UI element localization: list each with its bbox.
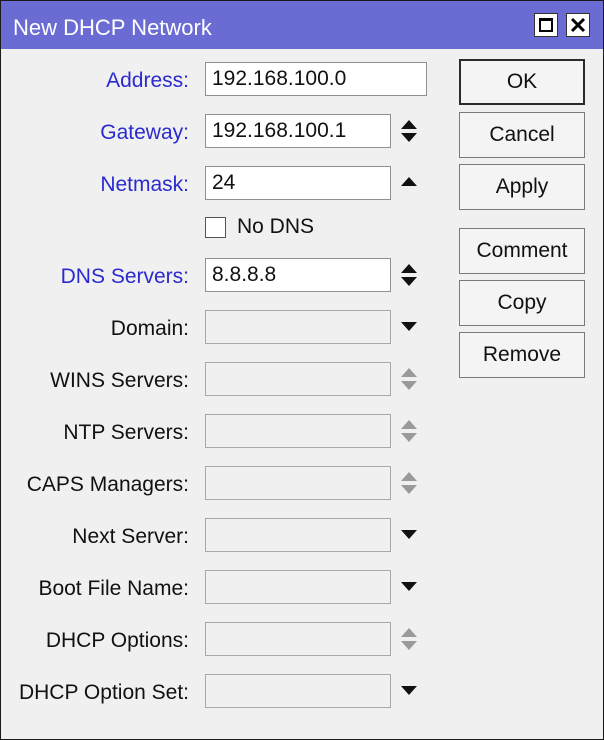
- cancel-button[interactable]: Cancel: [459, 112, 585, 158]
- copy-button[interactable]: Copy: [459, 280, 585, 326]
- netmask-label: Netmask:: [100, 173, 189, 196]
- apply-button[interactable]: Apply: [459, 164, 585, 210]
- remove-button[interactable]: Remove: [459, 332, 585, 378]
- domain-field[interactable]: [205, 310, 391, 344]
- triangle-up-icon[interactable]: [399, 168, 419, 198]
- domain-label: Domain:: [110, 317, 189, 340]
- ntp-servers-field[interactable]: [205, 414, 391, 448]
- comment-button[interactable]: Comment: [459, 228, 585, 274]
- window-title: New DHCP Network: [13, 15, 212, 40]
- up-down-arrows-icon[interactable]: [399, 260, 419, 290]
- dhcp-options-label: DHCP Options:: [45, 629, 189, 652]
- next-server-field[interactable]: [205, 518, 391, 552]
- up-down-arrows-icon[interactable]: [399, 364, 419, 394]
- dns-servers-label: DNS Servers:: [60, 265, 189, 288]
- title-bar[interactable]: New DHCP Network: [1, 1, 603, 49]
- triangle-down-icon[interactable]: [399, 520, 419, 550]
- dhcp-option-set-field[interactable]: [205, 674, 391, 708]
- maximize-icon: [539, 18, 553, 32]
- dhcp-options-field[interactable]: [205, 622, 391, 656]
- address-field[interactable]: 192.168.100.0: [205, 62, 427, 96]
- ok-button[interactable]: OK: [459, 59, 585, 105]
- up-down-arrows-icon[interactable]: [399, 416, 419, 446]
- triangle-down-icon[interactable]: [399, 312, 419, 342]
- wins-servers-field[interactable]: [205, 362, 391, 396]
- up-down-arrows-icon[interactable]: [399, 116, 419, 146]
- boot-file-name-label: Boot File Name:: [38, 577, 189, 600]
- up-down-arrows-icon[interactable]: [399, 468, 419, 498]
- caps-managers-field[interactable]: [205, 466, 391, 500]
- netmask-field[interactable]: 24: [205, 166, 391, 200]
- close-button[interactable]: [566, 13, 590, 37]
- dns-servers-field[interactable]: 8.8.8.8: [205, 258, 391, 292]
- dhcp-option-set-label: DHCP Option Set:: [18, 681, 189, 704]
- wins-servers-label: WINS Servers:: [50, 369, 189, 392]
- no-dns-label: No DNS: [237, 215, 315, 238]
- maximize-button[interactable]: [534, 13, 558, 37]
- triangle-down-icon[interactable]: [399, 572, 419, 602]
- caps-managers-label: CAPS Managers:: [26, 473, 189, 496]
- close-icon: [570, 17, 586, 33]
- triangle-down-icon[interactable]: [399, 676, 419, 706]
- up-down-arrows-icon[interactable]: [399, 624, 419, 654]
- address-label: Address:: [106, 69, 189, 92]
- next-server-label: Next Server:: [72, 525, 189, 548]
- ntp-servers-label: NTP Servers:: [63, 421, 189, 444]
- no-dns-checkbox[interactable]: [205, 217, 226, 238]
- dhcp-network-window: New DHCP Network Address: 192.168.100.0 …: [0, 0, 604, 740]
- gateway-label: Gateway:: [100, 121, 189, 144]
- boot-file-name-field[interactable]: [205, 570, 391, 604]
- gateway-field[interactable]: 192.168.100.1: [205, 114, 391, 148]
